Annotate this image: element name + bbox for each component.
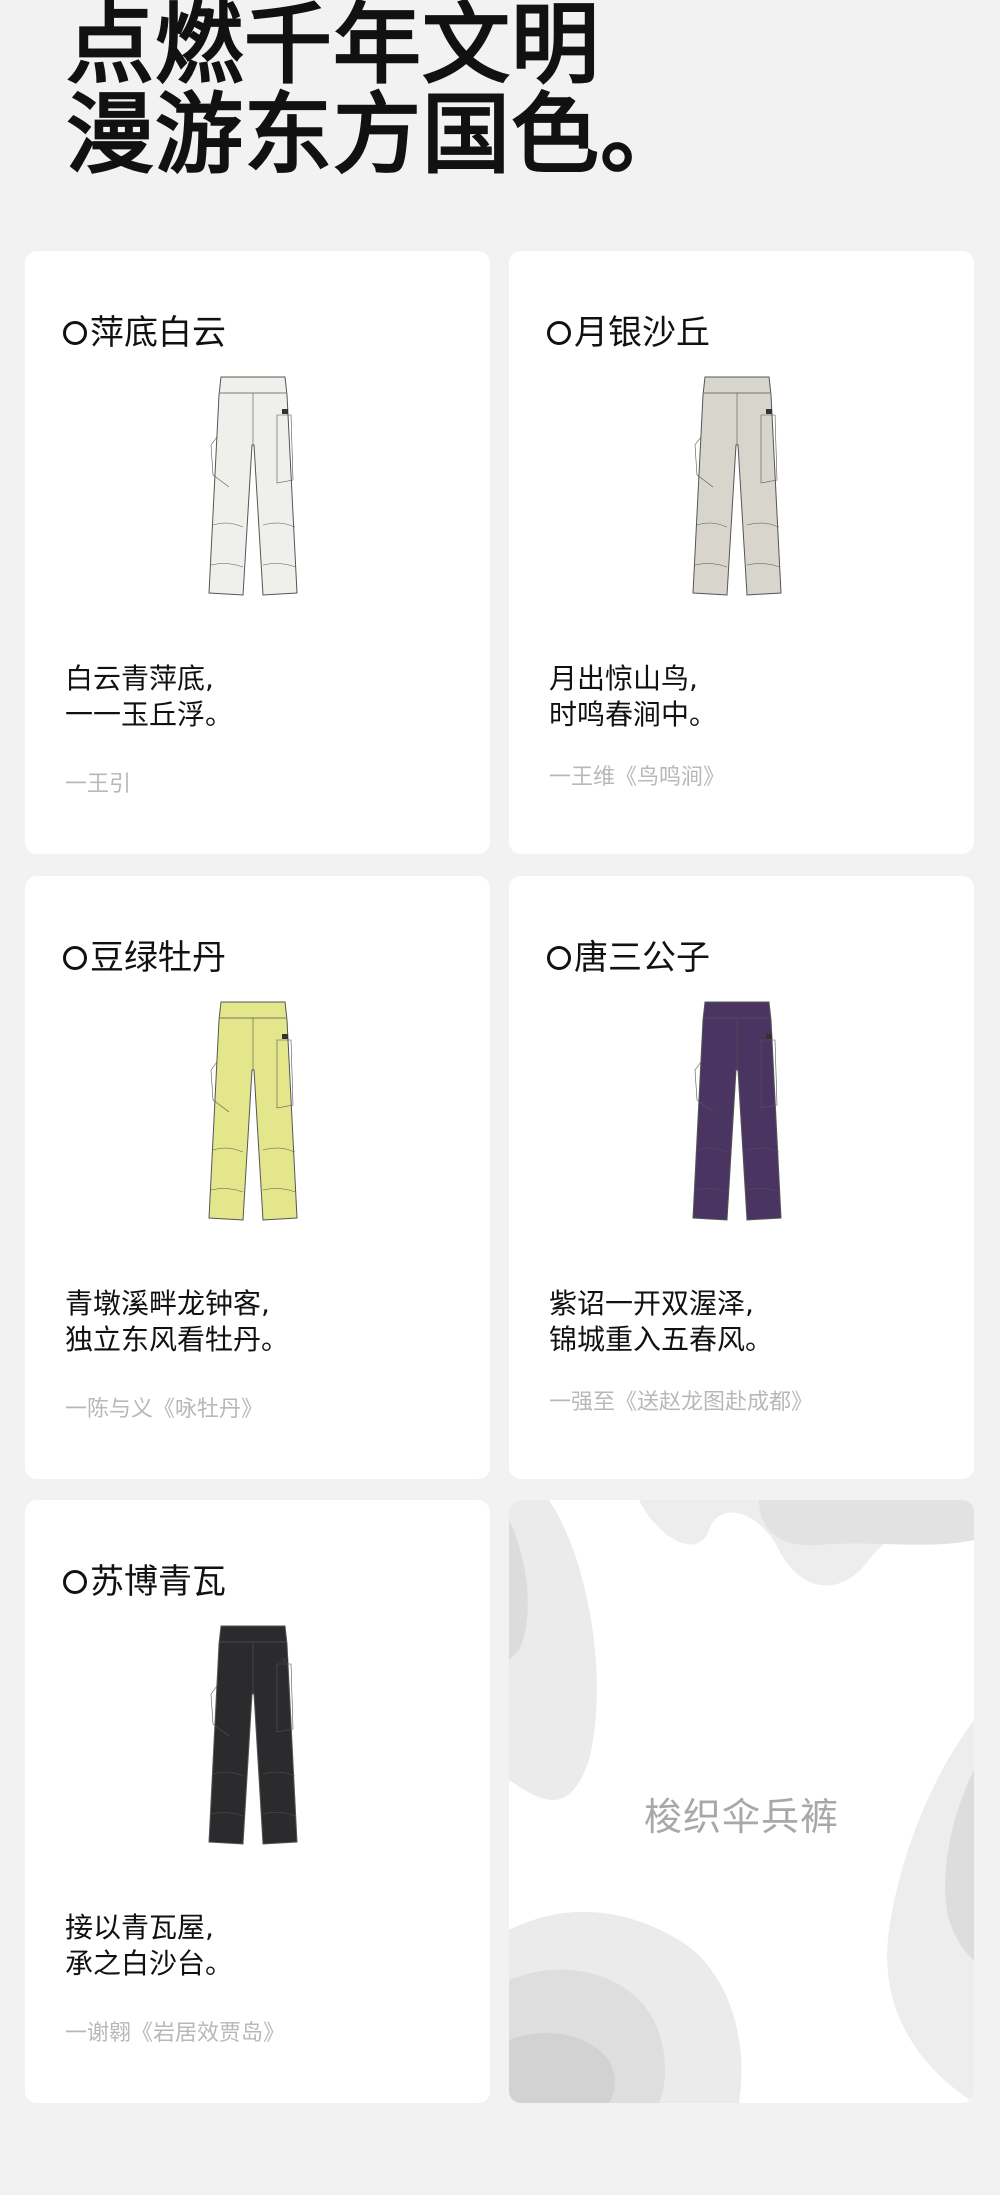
card-title: 萍底白云 [63, 311, 226, 355]
poem: 月出惊山鸟, 时鸣春涧中。 [549, 661, 717, 733]
card-title-text: 豆绿牡丹 [90, 938, 226, 978]
poem-line-2: 时鸣春涧中。 [549, 698, 718, 731]
poem-line-2: 承之白沙台。 [65, 1947, 234, 1980]
pants-image[interactable] [207, 1624, 299, 1846]
poem-line-1: 白云青萍底, [65, 662, 214, 695]
card-title: 唐三公子 [547, 936, 710, 980]
card-title-text: 月银沙丘 [574, 313, 710, 353]
product-card-4[interactable]: 唐三公子 紫诏一开双渥泽, 锦城重入五春风。 一强至《送赵龙图赴成都》 [509, 876, 974, 1479]
product-card-5[interactable]: 苏博青瓦 接以青瓦屋, 承之白沙台。 一谢翱《岩居效贾岛》 [25, 1500, 490, 2103]
headline: 点燃千年文明 漫游东方国色。 [66, 0, 689, 180]
pants-image[interactable] [207, 375, 299, 597]
circle-icon [63, 1570, 87, 1594]
product-banner-card[interactable]: 梭织伞兵裤 [509, 1500, 974, 2103]
poem: 白云青萍底, 一一玉丘浮。 [65, 661, 233, 733]
circle-icon [63, 321, 87, 345]
card-title: 豆绿牡丹 [63, 936, 226, 980]
product-card-1[interactable]: 萍底白云 白云青萍底, 一一玉丘浮。 一王引 [25, 251, 490, 854]
poem-credit: 一强至《送赵龙图赴成都》 [549, 1390, 814, 1415]
poem-credit: 一谢翱《岩居效贾岛》 [65, 2021, 286, 2046]
poem-line-1: 紫诏一开双渥泽, [549, 1287, 754, 1320]
circle-icon [547, 946, 571, 970]
poem-line-2: 一一玉丘浮。 [65, 698, 234, 731]
poem-credit: 一王维《鸟鸣涧》 [549, 765, 726, 790]
card-title-text: 苏博青瓦 [90, 1562, 226, 1602]
product-card-3[interactable]: 豆绿牡丹 青墩溪畔龙钟客, 独立东风看牡丹。 一陈与义《咏牡丹》 [25, 876, 490, 1479]
card-title-text: 萍底白云 [90, 313, 226, 353]
poem-line-1: 月出惊山鸟, [549, 662, 698, 695]
pants-image[interactable] [691, 375, 783, 597]
card-title: 月银沙丘 [547, 311, 710, 355]
poem-line-2: 锦城重入五春风。 [549, 1323, 774, 1356]
poem-line-2: 独立东风看牡丹。 [65, 1323, 290, 1356]
circle-icon [547, 321, 571, 345]
product-card-2[interactable]: 月银沙丘 月出惊山鸟, 时鸣春涧中。 一王维《鸟鸣涧》 [509, 251, 974, 854]
circle-icon [63, 946, 87, 970]
poem-credit: 一陈与义《咏牡丹》 [65, 1397, 264, 1422]
poem: 青墩溪畔龙钟客, 独立东风看牡丹。 [65, 1286, 289, 1358]
product-name: 梭织伞兵裤 [643, 1795, 839, 1839]
card-title-text: 唐三公子 [574, 938, 710, 978]
headline-line-1: 点燃千年文明 [66, 0, 601, 96]
poem-line-1: 接以青瓦屋, [65, 1911, 214, 1944]
poem-line-1: 青墩溪畔龙钟客, [65, 1287, 270, 1320]
headline-line-2: 漫游东方国色。 [66, 83, 690, 186]
pants-image[interactable] [207, 1000, 299, 1222]
poem: 紫诏一开双渥泽, 锦城重入五春风。 [549, 1286, 773, 1358]
card-title: 苏博青瓦 [63, 1560, 226, 1604]
pants-image[interactable] [691, 1000, 783, 1222]
poem: 接以青瓦屋, 承之白沙台。 [65, 1910, 233, 1982]
poem-credit: 一王引 [65, 772, 132, 797]
